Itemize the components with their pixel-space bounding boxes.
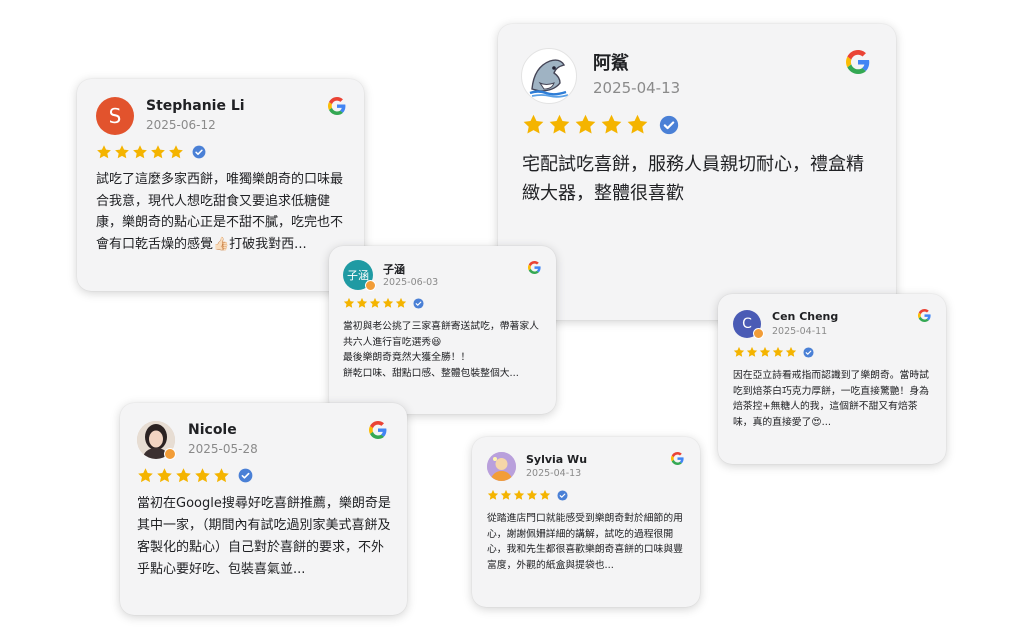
review-date: 2025-06-12 — [146, 118, 216, 132]
review-text: 當初在Google搜尋好吃喜餅推薦，樂朗奇是其中一家，（期間內有試吃過別家美式喜… — [137, 496, 391, 577]
star-icon — [526, 489, 538, 500]
verified-badge-icon — [557, 489, 568, 501]
review-card-zi-han: 子涵 子涵 2025-06-03 當初與老公挑了三家喜餅寄送試吃，帶著家人共六人… — [329, 246, 556, 414]
review-card-a-sha: 阿鯊 2025-04-13 宅配試吃喜餅，服務人員親切耐心，禮盒精緻大器，整體很… — [498, 24, 896, 320]
star-icon — [115, 145, 129, 159]
verified-badge-icon — [659, 115, 679, 134]
star-rating — [343, 297, 424, 309]
local-guide-badge-icon — [365, 280, 376, 291]
reviewer-name: 阿鯊 — [593, 53, 629, 74]
review-date: 2025-06-03 — [383, 277, 439, 288]
star-icon — [772, 346, 784, 357]
star-icon — [539, 489, 551, 500]
review-text: 因在亞立詩看戒指而認識到了樂朗奇。當時試吃到焙茶白巧克力厚餅，一吃直接驚艷！身為… — [733, 370, 929, 428]
star-rating — [137, 467, 253, 484]
star-icon — [500, 489, 512, 500]
verified-badge-icon — [803, 346, 814, 358]
review-card-nicole: Nicole 2025-05-28 當初在Google搜尋好吃喜餅推薦，樂朗奇是… — [120, 403, 407, 615]
reviewer-name: Nicole — [188, 422, 237, 438]
google-logo-icon — [846, 50, 870, 74]
star-icon — [575, 114, 596, 134]
google-logo-icon — [528, 261, 541, 274]
star-rating — [522, 113, 679, 136]
star-icon — [513, 489, 525, 500]
star-icon — [138, 468, 153, 483]
star-icon — [356, 297, 368, 308]
star-icon — [343, 297, 355, 308]
review-card-sylvia-wu: Sylvia Wu 2025-04-13 從踏進店門口就能感受到樂朗奇對於細節的… — [472, 437, 700, 607]
reviewer-name: Stephanie Li — [146, 98, 245, 114]
review-text: 試吃了這麼多家西餅，唯獨樂朗奇的口味最合我意，現代人想吃甜食又要追求低糖健康，樂… — [96, 172, 344, 252]
star-icon — [601, 114, 622, 134]
star-icon — [369, 297, 381, 308]
star-icon — [627, 114, 648, 134]
google-logo-icon — [918, 309, 931, 322]
star-icon — [523, 114, 544, 134]
star-icon — [487, 489, 499, 500]
star-rating — [733, 346, 814, 358]
star-icon — [785, 346, 797, 357]
star-icon — [733, 346, 745, 357]
star-icon — [746, 346, 758, 357]
google-logo-icon — [328, 97, 346, 115]
star-icon — [97, 145, 111, 159]
reviewer-name: 子涵 — [383, 263, 405, 276]
star-rating — [487, 489, 568, 501]
avatar — [521, 48, 577, 104]
review-text: 當初與老公挑了三家喜餅寄送試吃，帶著家人共六人進行盲吃選秀😆 最後樂朗奇竟然大獲… — [343, 321, 539, 379]
local-guide-badge-icon — [164, 448, 176, 460]
star-icon — [151, 145, 165, 159]
star-icon — [195, 468, 210, 483]
shark-icon — [529, 59, 569, 98]
google-logo-icon — [369, 421, 387, 439]
star-icon — [549, 114, 570, 134]
star-icon — [395, 297, 407, 308]
star-icon — [157, 468, 172, 483]
profile-photo — [487, 452, 516, 481]
review-card-stephanie-li: S Stephanie Li 2025-06-12 試吃了這麼多家西餅，唯獨樂朗… — [77, 79, 364, 291]
google-logo-icon — [671, 452, 684, 465]
star-icon — [214, 468, 229, 483]
reviewer-name: Cen Cheng — [772, 310, 839, 323]
review-card-cen-cheng: C Cen Cheng 2025-04-11 因在亞立詩看戒指而認識到了樂朗奇。… — [718, 294, 946, 464]
verified-badge-icon — [192, 145, 206, 159]
star-rating — [96, 144, 206, 160]
review-date: 2025-04-13 — [593, 79, 681, 97]
reviewer-name: Sylvia Wu — [526, 453, 588, 466]
avatar — [487, 452, 516, 481]
star-icon — [382, 297, 394, 308]
review-text: 從踏進店門口就能感受到樂朗奇對於細節的用心，謝謝佩姍詳細的講解，試吃的過程很開心… — [487, 513, 683, 571]
star-icon — [759, 346, 771, 357]
verified-badge-icon — [238, 468, 253, 483]
review-text: 宅配試吃喜餅，服務人員親切耐心，禮盒精緻大器，整體很喜歡 — [522, 154, 864, 204]
avatar: S — [96, 97, 134, 135]
star-icon — [133, 145, 147, 159]
review-date: 2025-05-28 — [188, 442, 258, 456]
review-date: 2025-04-11 — [772, 326, 828, 337]
verified-badge-icon — [413, 297, 424, 309]
star-icon — [176, 468, 191, 483]
review-date: 2025-04-13 — [526, 468, 582, 479]
local-guide-badge-icon — [753, 328, 764, 339]
star-icon — [169, 145, 183, 159]
